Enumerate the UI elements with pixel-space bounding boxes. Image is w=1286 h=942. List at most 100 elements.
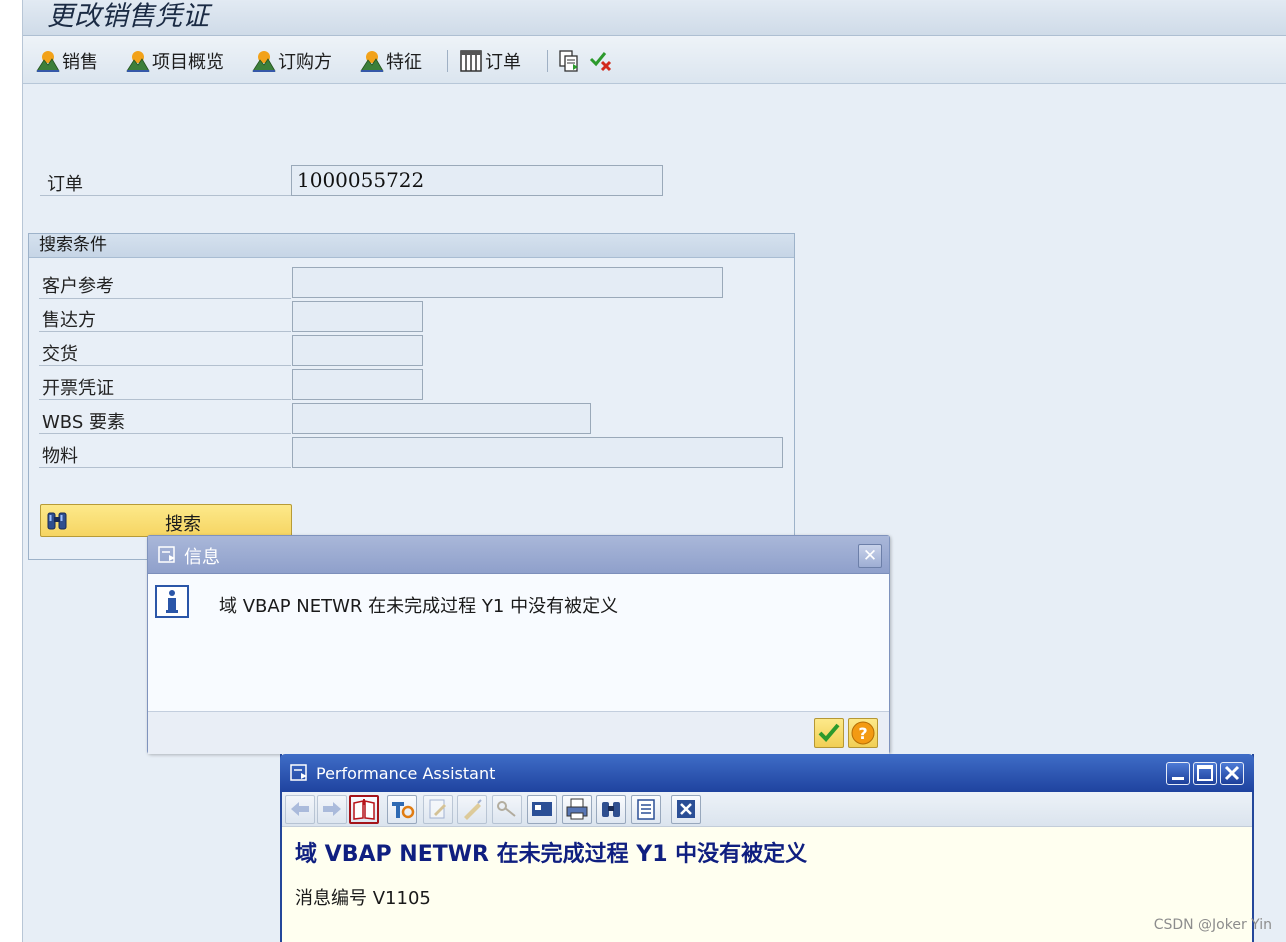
sold-to-party-input[interactable] (292, 301, 423, 332)
mountain-sun-icon (360, 51, 384, 72)
close-box-icon (677, 800, 695, 818)
pencil-icon (464, 799, 482, 820)
characteristics-button[interactable]: 特征 (360, 48, 422, 74)
wbs-element-input[interactable] (292, 403, 591, 434)
wbs-element-label: WBS 要素 (42, 412, 125, 433)
ordering-party-label: 订购方 (278, 52, 332, 73)
edit-icon (429, 799, 446, 819)
link-button[interactable] (492, 795, 522, 824)
find-button[interactable] (596, 795, 626, 824)
screen-icon (532, 802, 552, 816)
document-button[interactable] (631, 795, 661, 824)
table-columns-icon (460, 50, 482, 72)
search-criteria-group: 搜索条件 客户参考 售达方 交货 开票凭证 WBS 要素 物料 搜索 (28, 233, 795, 560)
tools-icon (392, 802, 415, 819)
search-criteria-title: 搜索条件 (29, 234, 794, 258)
label-underline (39, 331, 291, 332)
label-underline (39, 365, 291, 366)
close-button[interactable]: ✕ (858, 544, 882, 568)
sold-to-party-label: 售达方 (42, 310, 96, 331)
sales-button[interactable]: 销售 (36, 48, 98, 74)
technical-info-button[interactable] (349, 795, 379, 824)
document-list-icon (637, 799, 655, 820)
material-input[interactable] (292, 437, 783, 468)
close-button[interactable] (1220, 762, 1244, 785)
label-underline (39, 467, 291, 468)
key-icon (497, 801, 516, 817)
mountain-sun-icon (252, 51, 276, 72)
arrow-right-icon (323, 802, 341, 816)
info-message: 域 VBAP NETWR 在未完成过程 Y1 中没有被定义 (219, 596, 619, 617)
performance-assistant-title-bar: Performance Assistant (280, 754, 1254, 792)
check-cancel-button[interactable] (589, 48, 615, 74)
customer-reference-label: 客户参考 (42, 276, 114, 297)
material-label: 物料 (42, 446, 78, 467)
characteristics-label: 特征 (386, 52, 422, 73)
info-dialog-footer: ? (148, 711, 889, 754)
label-underline (39, 298, 291, 299)
annotate-button[interactable] (457, 795, 487, 824)
toolbar-separator (547, 50, 548, 72)
edit-button[interactable] (423, 795, 453, 824)
mountain-sun-icon (36, 51, 60, 72)
maximize-button[interactable] (1193, 762, 1217, 785)
information-icon (155, 585, 189, 618)
performance-assistant-title: Performance Assistant (316, 764, 496, 783)
help-icon: ? (851, 721, 875, 745)
back-button[interactable] (285, 795, 315, 824)
order-number-input[interactable]: 1000055722 (291, 165, 663, 196)
minimize-button[interactable] (1166, 762, 1190, 785)
copy-document-icon (559, 50, 578, 72)
performance-assistant-heading: 域 VBAP NETWR 在未完成过程 Y1 中没有被定义 (295, 841, 808, 867)
order-label: 订单 (485, 52, 521, 73)
billing-document-input[interactable] (292, 369, 423, 400)
window-icon (158, 546, 175, 563)
toolbar-separator (447, 50, 448, 72)
book-icon (353, 799, 375, 820)
sales-label: 销售 (62, 52, 98, 73)
ordering-party-button[interactable]: 订购方 (252, 48, 332, 74)
confirm-button[interactable] (814, 718, 844, 748)
delivery-input[interactable] (292, 335, 423, 366)
help-button[interactable]: ? (848, 718, 878, 748)
window-icon (290, 764, 307, 781)
info-dialog-title: 信息 (184, 547, 220, 568)
forward-button[interactable] (317, 795, 347, 824)
close-icon: ✕ (862, 546, 878, 566)
info-dialog-title-bar: 信息 ✕ (148, 536, 889, 574)
checkmark-icon (818, 723, 840, 742)
item-overview-label: 项目概览 (152, 52, 224, 73)
printer-icon (566, 798, 588, 820)
item-overview-button[interactable]: 项目概览 (126, 48, 224, 74)
print-button[interactable] (562, 795, 592, 824)
maximize-icon (1197, 765, 1213, 781)
performance-assistant-toolbar (282, 792, 1252, 827)
close-icon (1224, 765, 1240, 781)
arrow-left-icon (291, 802, 309, 816)
binoculars-icon (47, 512, 67, 530)
performance-assistant-window: Performance Assistant 域 VBAP NETWR 在未完成过… (280, 754, 1254, 942)
order-button[interactable]: 订单 (459, 48, 521, 74)
info-dialog: 信息 ✕ 域 VBAP NETWR 在未完成过程 Y1 中没有被定义 ? (147, 535, 890, 754)
order-field-label: 订单 (47, 174, 83, 195)
copy-document-button[interactable] (557, 48, 583, 74)
customer-reference-input[interactable] (292, 267, 723, 298)
watermark: CSDN @Joker Yin (1153, 917, 1272, 933)
label-underline (40, 195, 293, 196)
minimize-icon (1172, 777, 1184, 780)
svg-text:?: ? (858, 724, 867, 743)
search-button[interactable]: 搜索 (40, 504, 292, 537)
title-bar: 更改销售凭证 (23, 0, 1286, 36)
display-button[interactable] (527, 795, 557, 824)
check-cross-icon (589, 52, 612, 72)
billing-document-label: 开票凭证 (42, 378, 114, 399)
message-number: 消息编号 V1105 (295, 888, 431, 909)
search-button-label: 搜索 (165, 514, 201, 535)
label-underline (39, 399, 291, 400)
settings-button[interactable] (387, 795, 417, 824)
mountain-sun-icon (126, 51, 150, 72)
delivery-label: 交货 (42, 344, 78, 365)
label-underline (39, 433, 291, 434)
screen-title: 更改销售凭证 (47, 1, 209, 32)
exit-button[interactable] (671, 795, 701, 824)
